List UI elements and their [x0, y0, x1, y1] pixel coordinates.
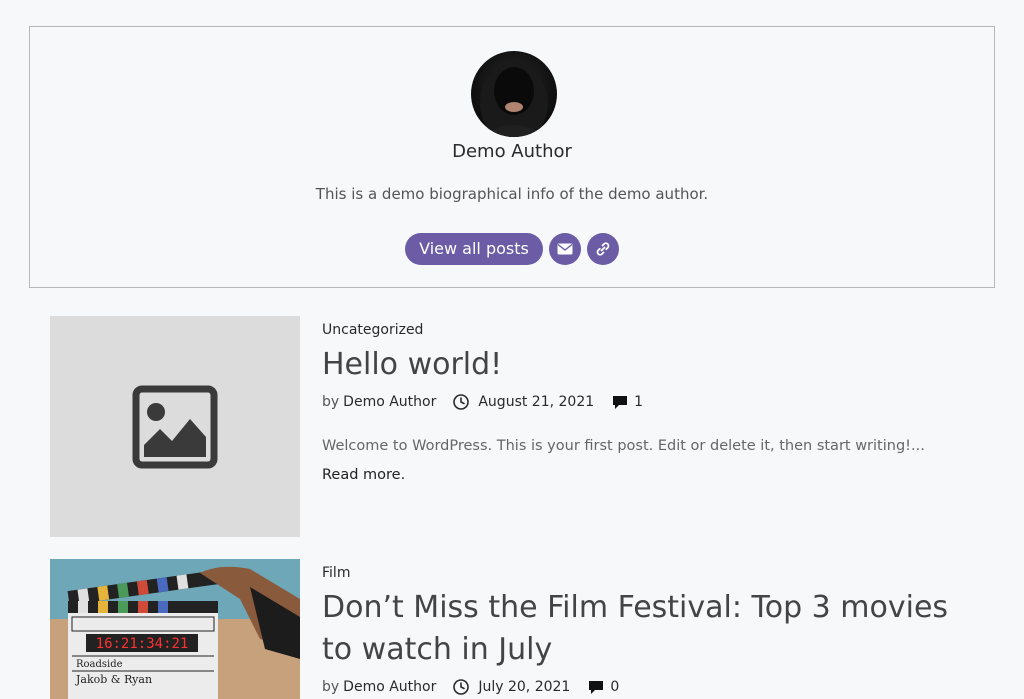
post-comment-count[interactable]: 1	[634, 394, 643, 410]
image-placeholder-icon	[132, 385, 218, 468]
post-title[interactable]: Hello world!	[322, 344, 982, 386]
comment-icon	[589, 681, 604, 694]
clapper-names: Jakob & Ryan	[75, 673, 152, 686]
post-meta: by Demo Author August 21, 2021 1	[322, 392, 982, 412]
post-category[interactable]: Film	[322, 565, 982, 581]
hooded-figure-image	[480, 63, 548, 137]
read-more-link[interactable]: Read more.	[322, 467, 405, 483]
author-email-button[interactable]	[548, 233, 581, 265]
view-all-posts-button[interactable]: View all posts	[405, 233, 543, 265]
post-date[interactable]: July 20, 2021	[478, 679, 570, 695]
by-label: by	[322, 679, 340, 695]
author-website-button[interactable]	[586, 233, 619, 265]
mail-icon	[557, 243, 573, 255]
author-bio: This is a demo biographical info of the …	[315, 185, 709, 203]
post-meta: by Demo Author July 20, 2021 0	[322, 677, 982, 697]
link-icon	[596, 242, 610, 256]
post-author-link[interactable]: Demo Author	[343, 394, 436, 410]
author-avatar[interactable]	[471, 51, 557, 137]
film-clapperboard-image: 16:21:34:21 Roadside Jakob & Ryan	[50, 559, 300, 699]
post-excerpt-text: Welcome to WordPress. This is your first…	[322, 438, 925, 454]
post-author-link[interactable]: Demo Author	[343, 679, 436, 695]
by-label: by	[322, 394, 340, 410]
post-body: Uncategorized Hello world! by Demo Autho…	[322, 316, 982, 490]
post-category[interactable]: Uncategorized	[322, 322, 982, 338]
post-item: 16:21:34:21 Roadside Jakob & Ryan Film D…	[50, 559, 980, 699]
comment-icon	[613, 396, 628, 409]
clock-icon	[453, 679, 470, 695]
post-date[interactable]: August 21, 2021	[478, 394, 594, 410]
post-title[interactable]: Don’t Miss the Film Festival: Top 3 movi…	[322, 587, 982, 671]
author-name[interactable]: Demo Author	[30, 141, 994, 162]
post-item: Uncategorized Hello world! by Demo Autho…	[50, 316, 980, 537]
clock-icon	[453, 394, 470, 410]
clapper-production: Roadside	[76, 659, 123, 670]
author-box: Demo Author This is a demo biographical …	[29, 26, 995, 288]
post-thumbnail[interactable]: 16:21:34:21 Roadside Jakob & Ryan	[50, 559, 300, 699]
author-actions: View all posts	[30, 233, 994, 265]
post-thumbnail[interactable]	[50, 316, 300, 537]
clapper-time: 16:21:34:21	[96, 636, 189, 652]
post-comment-count[interactable]: 0	[610, 679, 619, 695]
post-body: Film Don’t Miss the Film Festival: Top 3…	[322, 559, 982, 697]
post-excerpt: Welcome to WordPress. This is your first…	[322, 432, 982, 490]
